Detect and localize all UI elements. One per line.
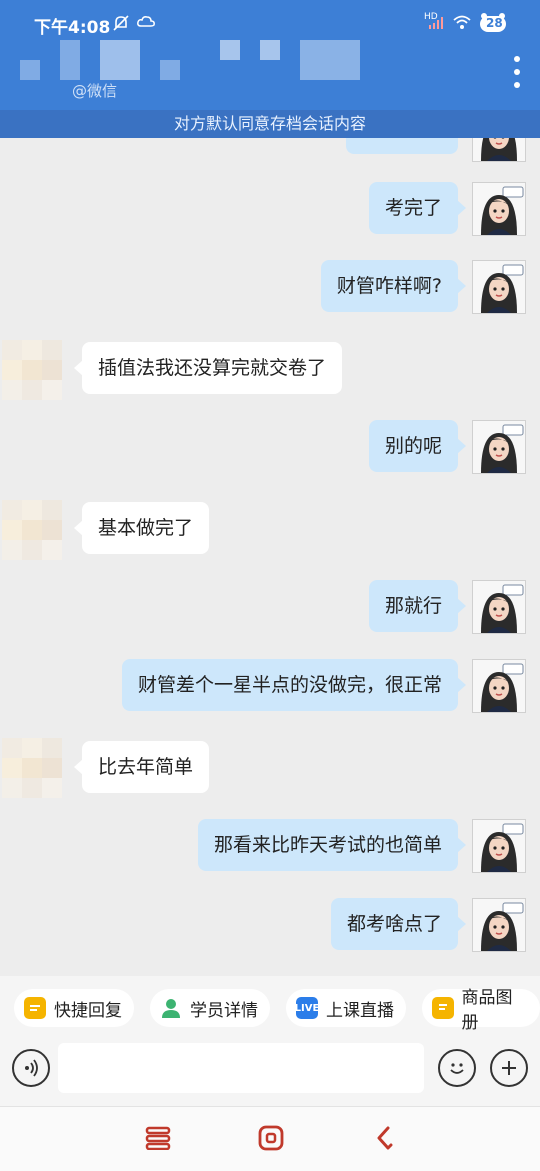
message-bubble-me[interactable]: 那看来比昨天考试的也简单 <box>197 819 467 871</box>
my-avatar[interactable] <box>472 138 526 162</box>
live-class-label: 上课直播 <box>326 1000 394 1021</box>
message-bubble-peer[interactable]: 插值法我还没算完就交卷了 <box>73 342 343 394</box>
home-button[interactable] <box>256 1123 286 1153</box>
my-avatar[interactable] <box>472 659 526 713</box>
live-class-chip[interactable]: LIVE 上课直播 <box>286 989 406 1027</box>
my-avatar[interactable] <box>472 898 526 952</box>
message-input[interactable] <box>58 1043 424 1093</box>
catalog-label: 商品图册 <box>461 988 513 1033</box>
contact-name-mosaic <box>20 36 380 86</box>
home-icon <box>258 1125 284 1151</box>
student-icon <box>160 997 182 1019</box>
message-bubble-me[interactable]: 那就行 <box>368 580 467 632</box>
more-options-button[interactable] <box>512 56 522 88</box>
contact-subname: @微信 <box>72 82 118 100</box>
cloud-icon <box>136 14 156 34</box>
quick-reply-label: 快捷回复 <box>54 1000 122 1021</box>
recent-apps-button[interactable] <box>143 1123 173 1153</box>
add-button[interactable] <box>490 1049 528 1087</box>
live-icon: LIVE <box>295 997 319 1019</box>
archive-notice: 对方默认同意存档会话内容 <box>0 110 540 138</box>
message-bubble-peer[interactable]: 比去年简单 <box>73 741 210 793</box>
peer-avatar[interactable] <box>2 500 62 560</box>
menu-icon <box>145 1126 171 1150</box>
wifi-icon <box>452 14 472 34</box>
voice-button[interactable] <box>12 1049 50 1087</box>
quick-reply-icon <box>24 997 46 1019</box>
catalog-icon <box>432 997 454 1019</box>
my-avatar[interactable] <box>472 420 526 474</box>
back-icon <box>377 1126 393 1150</box>
system-nav-bar <box>0 1106 540 1171</box>
message-bubble-peer[interactable]: 基本做完了 <box>73 502 210 554</box>
battery-level: 28 <box>486 16 503 30</box>
my-avatar[interactable] <box>472 260 526 314</box>
partial-message-bubble[interactable] <box>346 138 458 154</box>
back-button[interactable] <box>370 1123 400 1153</box>
silent-icon <box>112 14 130 36</box>
chat-header: 下午4:08 HD 28 @微信 对方默认同意存档会话内容 <box>0 0 540 138</box>
message-bubble-me[interactable]: 都考啥点了 <box>330 898 467 950</box>
input-row <box>0 1036 540 1102</box>
message-bubble-me[interactable]: 别的呢 <box>368 420 467 472</box>
peer-avatar[interactable] <box>2 738 62 798</box>
voice-icon <box>25 1059 38 1077</box>
emoji-button[interactable] <box>438 1049 476 1087</box>
chat-list[interactable]: 考完了 财管咋样啊? 插值法我还没算完就交卷了 别的呢 基本做完了 那就行 财管… <box>0 138 540 976</box>
my-avatar[interactable] <box>472 819 526 873</box>
status-time: 下午4:08 <box>34 18 111 38</box>
my-avatar[interactable] <box>472 182 526 236</box>
plus-icon <box>502 1061 516 1075</box>
signal-icon <box>428 16 444 34</box>
emoji-icon <box>450 1063 464 1074</box>
my-avatar[interactable] <box>472 580 526 634</box>
chat-toolbar: 快捷回复 学员详情 LIVE 上课直播 商品图册 <box>0 976 540 1106</box>
message-bubble-me[interactable]: 财管差个一星半点的没做完，很正常 <box>121 659 467 711</box>
message-bubble-me[interactable]: 考完了 <box>368 182 467 234</box>
student-details-label: 学员详情 <box>190 1000 258 1021</box>
catalog-chip[interactable]: 商品图册 <box>422 988 540 1033</box>
peer-avatar[interactable] <box>2 340 62 400</box>
message-bubble-me[interactable]: 财管咋样啊? <box>320 260 467 312</box>
quick-reply-chip[interactable]: 快捷回复 <box>14 989 134 1027</box>
student-details-chip[interactable]: 学员详情 <box>150 989 270 1027</box>
